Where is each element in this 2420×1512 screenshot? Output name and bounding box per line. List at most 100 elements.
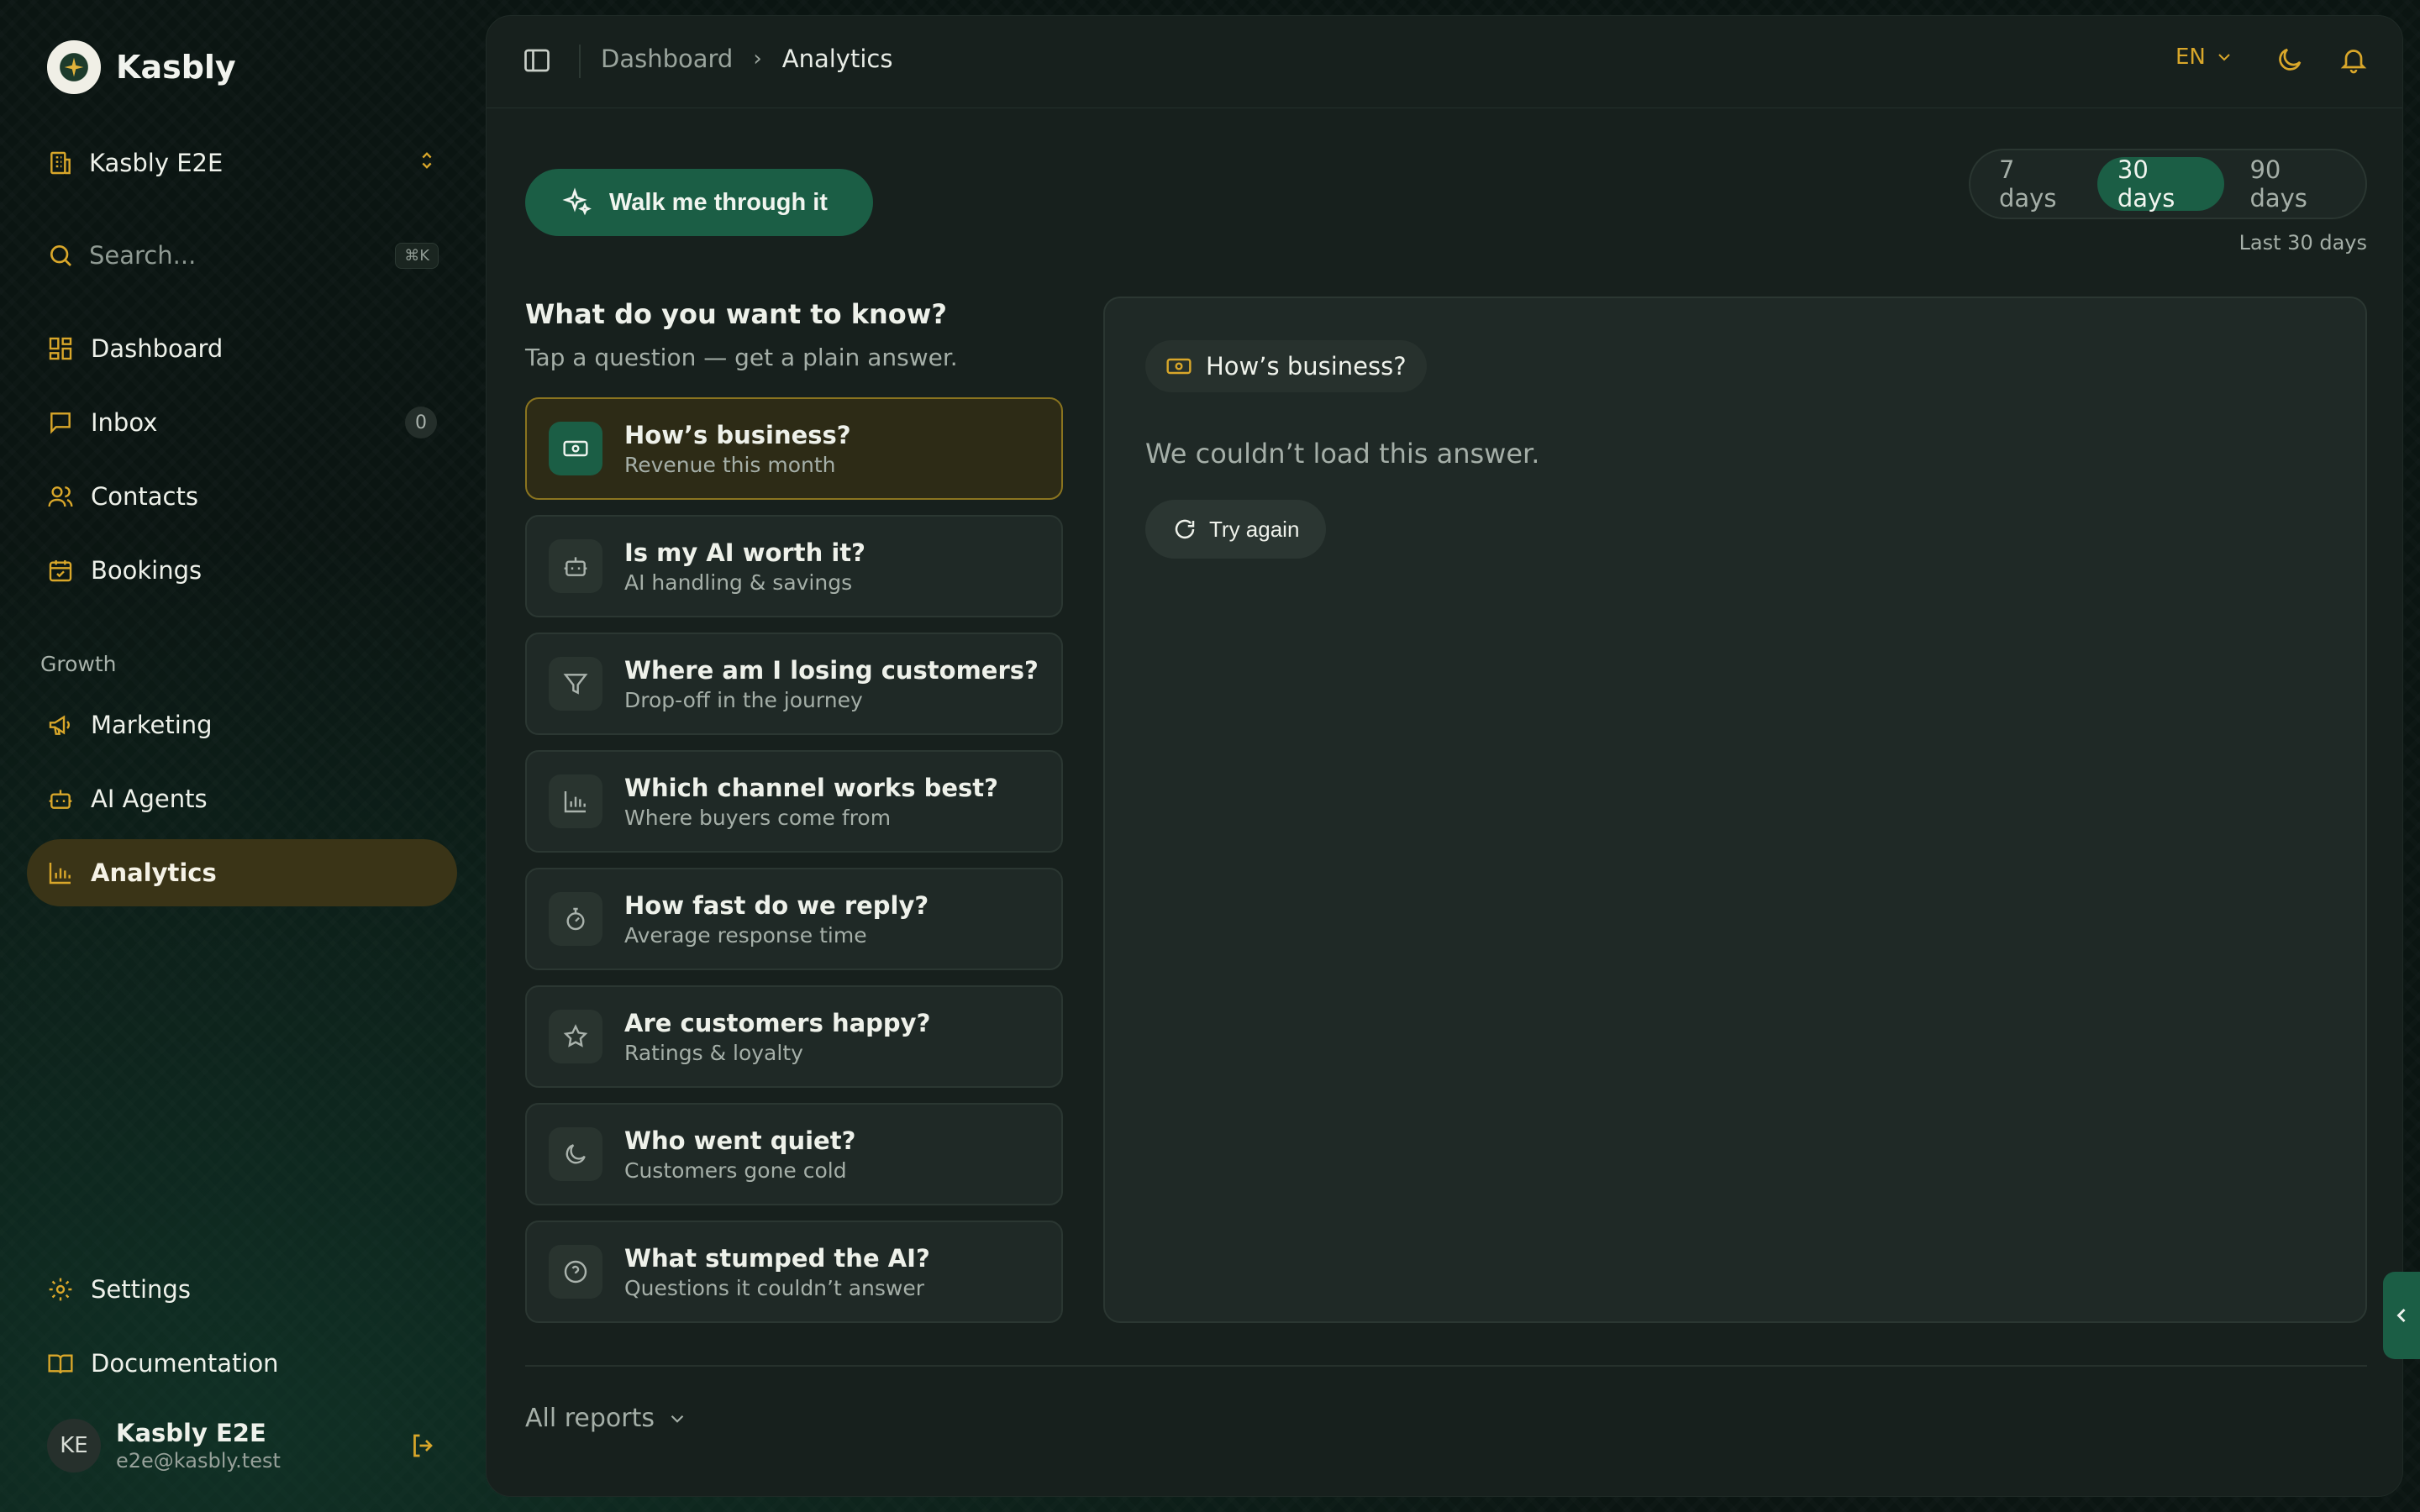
language-label: EN <box>2175 45 2206 70</box>
workspace-name: Kasbly E2E <box>89 149 224 177</box>
question-card-business[interactable]: How’s business? Revenue this month <box>525 397 1063 500</box>
date-range-selector: 7 days 30 days 90 days <box>1969 149 2367 219</box>
cash-icon <box>549 422 602 475</box>
language-selector[interactable]: EN <box>2175 45 2234 70</box>
range-option-30-days[interactable]: 30 days <box>2096 155 2225 213</box>
breadcrumb-analytics: Analytics <box>781 45 893 73</box>
brand[interactable]: Kasbly <box>47 40 236 94</box>
sidebar-item-label: Marketing <box>91 711 213 739</box>
sidebar-item-label: Dashboard <box>91 334 224 363</box>
side-panel-toggle[interactable] <box>2383 1272 2420 1359</box>
walk-me-through-label: Walk me through it <box>609 188 828 216</box>
sidebar-item-analytics[interactable]: Analytics <box>27 839 457 906</box>
question-desc: Revenue this month <box>624 452 836 477</box>
topbar: Dashboard › Analytics EN <box>487 16 2402 108</box>
sparkles-icon <box>562 187 592 216</box>
sidebar-item-label: Analytics <box>91 858 217 887</box>
moon-icon <box>549 1127 602 1181</box>
footer-divider <box>525 1365 2367 1367</box>
chevron-right-icon: › <box>753 46 762 71</box>
chevron-updown-icon <box>415 149 439 178</box>
sidebar-item-label: Bookings <box>91 556 203 585</box>
refresh-icon <box>1175 519 1195 539</box>
sidebar-item-dashboard[interactable]: Dashboard <box>27 315 457 382</box>
question-label: Is my AI worth it? <box>624 538 865 567</box>
sidebar-item-marketing[interactable]: Marketing <box>27 691 457 759</box>
answer-topic-label: How’s business? <box>1206 352 1407 381</box>
range-caption: Last 30 days <box>2238 231 2367 255</box>
sidebar-item-inbox[interactable]: Inbox 0 <box>27 389 457 456</box>
user-email: e2e@kasbly.test <box>116 1449 281 1473</box>
question-card-channel[interactable]: Which channel works best? Where buyers c… <box>525 750 1063 853</box>
user-name: Kasbly E2E <box>116 1419 266 1447</box>
question-card-quiet[interactable]: Who went quiet? Customers gone cold <box>525 1103 1063 1205</box>
search-icon <box>47 242 74 269</box>
try-again-button[interactable]: Try again <box>1145 500 1327 559</box>
all-reports-toggle[interactable]: All reports <box>525 1404 688 1433</box>
sidebar-item-settings[interactable]: Settings <box>27 1256 457 1323</box>
question-desc: Average response time <box>624 922 867 948</box>
avatar: KE <box>47 1419 101 1473</box>
sidebar-item-label: Inbox <box>91 408 158 437</box>
sidebar-item-bookings[interactable]: Bookings <box>27 537 457 604</box>
theme-toggle-moon-icon[interactable] <box>2275 45 2305 75</box>
search-placeholder: Search... <box>89 241 197 270</box>
sidebar-item-documentation[interactable]: Documentation <box>27 1330 457 1397</box>
book-icon <box>47 1350 74 1377</box>
questions-subtitle: Tap a question — get a plain answer. <box>525 344 958 371</box>
question-card-ai-worth[interactable]: Is my AI worth it? AI handling & savings <box>525 515 1063 617</box>
sidebar-item-label: AI Agents <box>91 785 208 813</box>
question-label: Where am I losing customers? <box>624 655 1039 685</box>
search-shortcut: ⌘K <box>395 242 439 269</box>
question-desc: Questions it couldn’t answer <box>624 1275 925 1300</box>
calendar-icon <box>47 557 74 584</box>
question-card-reply-speed[interactable]: How fast do we reply? Average response t… <box>525 868 1063 970</box>
brand-name: Kasbly <box>116 49 236 86</box>
notifications-bell-icon[interactable] <box>2338 45 2369 75</box>
logout-icon[interactable] <box>408 1431 439 1461</box>
brand-logo-icon <box>47 40 101 94</box>
range-option-7-days[interactable]: 7 days <box>1979 155 2092 213</box>
building-icon <box>47 150 74 176</box>
bot-icon <box>549 539 602 593</box>
workspace-switcher[interactable]: Kasbly E2E <box>47 143 439 183</box>
sidebar-toggle-icon[interactable] <box>522 45 552 76</box>
stopwatch-icon <box>549 892 602 946</box>
user-profile[interactable]: KE Kasbly E2E e2e@kasbly.test <box>47 1416 439 1475</box>
contacts-icon <box>47 483 74 510</box>
sidebar: Kasbly Kasbly E2E Search... ⌘K Dashboard… <box>0 0 484 1512</box>
try-again-label: Try again <box>1209 516 1300 542</box>
questions-title: What do you want to know? <box>525 298 947 330</box>
question-label: How fast do we reply? <box>624 890 929 920</box>
sidebar-item-label: Settings <box>91 1275 191 1304</box>
question-label: Who went quiet? <box>624 1126 856 1155</box>
breadcrumb-dashboard[interactable]: Dashboard <box>601 45 733 73</box>
chevron-down-icon <box>671 1415 684 1423</box>
question-icon <box>549 1245 602 1299</box>
answer-topic-chip: How’s business? <box>1145 340 1427 392</box>
bar-chart-icon <box>549 774 602 828</box>
range-option-90-days[interactable]: 90 days <box>2229 155 2357 213</box>
question-label: What stumped the AI? <box>624 1243 930 1273</box>
bar-chart-icon <box>47 859 74 886</box>
sidebar-item-label: Contacts <box>91 482 198 511</box>
star-icon <box>549 1010 602 1063</box>
sidebar-item-contacts[interactable]: Contacts <box>27 463 457 530</box>
search-box[interactable]: Search... ⌘K <box>47 235 439 276</box>
sidebar-item-ai-agents[interactable]: AI Agents <box>27 765 457 832</box>
answer-error-message: We couldn’t load this answer. <box>1145 438 1540 470</box>
chevron-left-icon <box>2396 1308 2406 1323</box>
walk-me-through-button[interactable]: Walk me through it <box>525 169 873 236</box>
question-card-stumped[interactable]: What stumped the AI? Questions it couldn… <box>525 1221 1063 1323</box>
growth-section-label: Growth <box>40 652 117 676</box>
breadcrumb: Dashboard › Analytics <box>601 45 892 73</box>
question-card-happiness[interactable]: Are customers happy? Ratings & loyalty <box>525 985 1063 1088</box>
cash-icon <box>1166 358 1192 375</box>
inbox-icon <box>47 409 74 436</box>
bot-icon <box>47 785 74 812</box>
question-card-losing-customers[interactable]: Where am I losing customers? Drop-off in… <box>525 633 1063 735</box>
question-desc: Ratings & loyalty <box>624 1040 803 1065</box>
question-label: Which channel works best? <box>624 773 998 802</box>
topbar-divider <box>579 45 581 78</box>
chevron-down-icon <box>2218 54 2230 61</box>
